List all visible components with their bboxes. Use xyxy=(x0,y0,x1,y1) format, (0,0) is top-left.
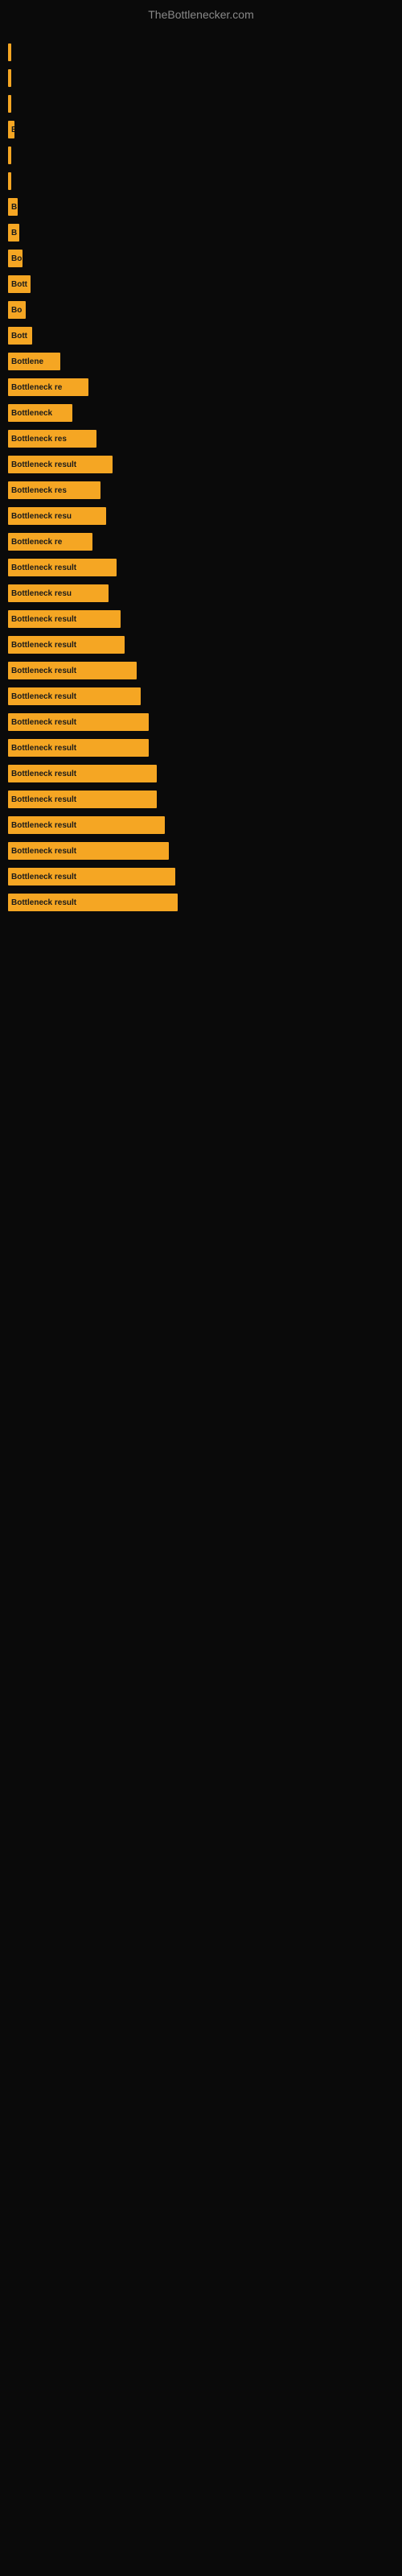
bar-label: Bott xyxy=(11,332,27,341)
bar-label: Bottleneck xyxy=(11,409,52,418)
bar-item: Bottleneck resu xyxy=(8,584,109,602)
bar-label: B xyxy=(11,229,17,237)
bar-label: Bottleneck result xyxy=(11,795,76,804)
bar-label: Bottleneck result xyxy=(11,718,76,727)
bar-item: Bottleneck result xyxy=(8,739,149,757)
bar-item: Bottlene xyxy=(8,353,60,370)
bar-row: Bott xyxy=(8,324,394,347)
bar-item xyxy=(8,95,11,113)
bar-label: Bottleneck result xyxy=(11,847,76,856)
bar-row: Bottleneck resu xyxy=(8,505,394,527)
bar-item: Bottleneck result xyxy=(8,842,169,860)
bar-item: Bottleneck result xyxy=(8,894,178,911)
bar-label: Bottleneck result xyxy=(11,615,76,624)
bar-row xyxy=(8,93,394,115)
bar-label: Bottleneck result xyxy=(11,770,76,778)
bar-label: Bottleneck resu xyxy=(11,589,72,598)
bar-row: Bottleneck result xyxy=(8,840,394,862)
bar-label: Bottleneck res xyxy=(11,486,67,495)
bar-item: Bottleneck result xyxy=(8,687,141,705)
bar-row: B xyxy=(8,118,394,141)
bar-row: Bottleneck re xyxy=(8,376,394,398)
bar-label: Bottleneck result xyxy=(11,873,76,881)
bar-row xyxy=(8,170,394,192)
bar-row: Bottleneck result xyxy=(8,891,394,914)
bar-row: Bottleneck result xyxy=(8,711,394,733)
bar-row: Bottleneck res xyxy=(8,479,394,502)
bar-label: Bo xyxy=(11,254,22,263)
bar-item: B xyxy=(8,121,14,138)
bar-label: Bo xyxy=(11,306,22,315)
bar-item: Bottleneck re xyxy=(8,533,92,551)
bar-item: Bottleneck result xyxy=(8,662,137,679)
bar-item: B xyxy=(8,198,18,216)
bar-item: Bo xyxy=(8,250,23,267)
bar-row: Bottleneck result xyxy=(8,453,394,476)
bar-row: B xyxy=(8,221,394,244)
bar-row: Bottleneck result xyxy=(8,737,394,759)
bar-label: Bottleneck result xyxy=(11,744,76,753)
bar-row: Bottleneck re xyxy=(8,530,394,553)
bar-label: Bottleneck result xyxy=(11,641,76,650)
bar-item: Bottleneck res xyxy=(8,430,96,448)
bar-row: Bottleneck result xyxy=(8,814,394,836)
bar-row: Bottleneck result xyxy=(8,762,394,785)
bar-item: Bottleneck result xyxy=(8,868,175,886)
bar-label: Bottleneck resu xyxy=(11,512,72,521)
bar-row: Bo xyxy=(8,299,394,321)
bar-row: Bottleneck result xyxy=(8,788,394,811)
bar-item: Bottleneck result xyxy=(8,559,117,576)
bar-row: Bottleneck res xyxy=(8,427,394,450)
bar-label: Bottleneck result xyxy=(11,564,76,572)
bar-label: B xyxy=(11,203,17,212)
bar-item: Bottleneck xyxy=(8,404,72,422)
bar-item xyxy=(8,147,11,164)
bar-label: Bottleneck result xyxy=(11,692,76,701)
bar-row xyxy=(8,144,394,167)
bar-item: Bottleneck result xyxy=(8,791,157,808)
bar-item: Bott xyxy=(8,275,31,293)
bar-label: Bottleneck re xyxy=(11,383,62,392)
bar-label: Bottleneck result xyxy=(11,460,76,469)
bar-label: Bott xyxy=(11,280,27,289)
bar-item: Bottleneck result xyxy=(8,713,149,731)
bar-item: Bottleneck resu xyxy=(8,507,106,525)
bar-item: Bottleneck re xyxy=(8,378,88,396)
bar-row: Bottleneck result xyxy=(8,685,394,708)
bar-item: B xyxy=(8,224,19,242)
bar-item xyxy=(8,69,11,87)
bar-label: B xyxy=(11,126,14,134)
bar-item: Bottleneck res xyxy=(8,481,100,499)
bar-row: Bottleneck result xyxy=(8,634,394,656)
bar-item: Bo xyxy=(8,301,26,319)
bar-row xyxy=(8,67,394,89)
bar-label: Bottleneck res xyxy=(11,435,67,444)
bar-label: Bottleneck result xyxy=(11,898,76,907)
bar-item: Bottleneck result xyxy=(8,456,113,473)
bar-item: Bottleneck result xyxy=(8,610,121,628)
bar-row: Bottleneck result xyxy=(8,608,394,630)
bar-row: Bo xyxy=(8,247,394,270)
bar-item: Bottleneck result xyxy=(8,765,157,782)
bar-label: Bottleneck result xyxy=(11,821,76,830)
site-title: TheBottlenecker.com xyxy=(0,0,402,25)
bar-item xyxy=(8,43,11,61)
bar-item xyxy=(8,172,11,190)
bar-row: Bottleneck result xyxy=(8,659,394,682)
bar-row: Bottleneck result xyxy=(8,865,394,888)
bar-label: Bottlene xyxy=(11,357,43,366)
bar-item: Bottleneck result xyxy=(8,636,125,654)
bar-label: Bottleneck result xyxy=(11,667,76,675)
bar-row: Bott xyxy=(8,273,394,295)
bar-row: Bottleneck xyxy=(8,402,394,424)
bar-item: Bottleneck result xyxy=(8,816,165,834)
bar-row: Bottleneck result xyxy=(8,556,394,579)
bar-row: B xyxy=(8,196,394,218)
bars-container: B B B Bo Bott Bo Bott Bottlene Bottleneck re Bott… xyxy=(0,25,402,917)
bar-item: Bott xyxy=(8,327,32,345)
bar-label: Bottleneck re xyxy=(11,538,62,547)
bar-row: Bottlene xyxy=(8,350,394,373)
bar-row: Bottleneck resu xyxy=(8,582,394,605)
bar-row xyxy=(8,41,394,64)
